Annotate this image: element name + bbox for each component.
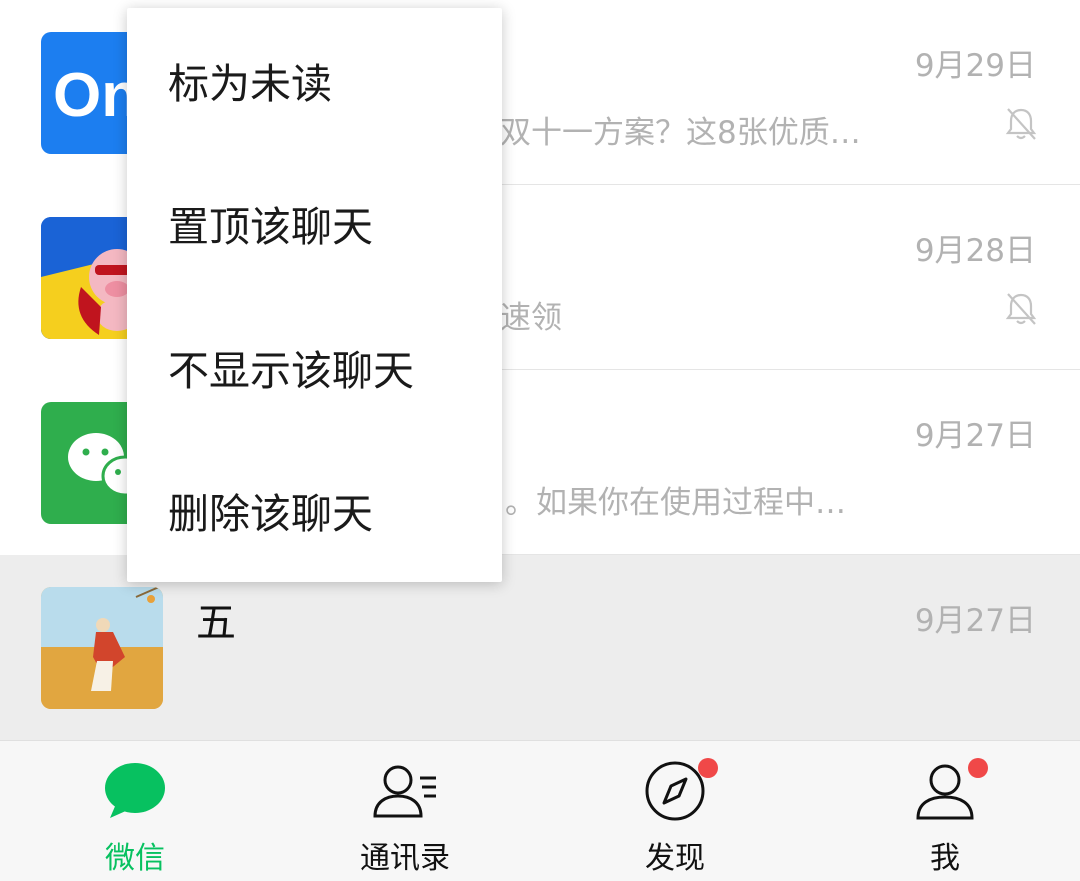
- chat-time: 9月27日: [914, 603, 1036, 639]
- avatar: [41, 587, 163, 709]
- menu-item-delete-chat[interactable]: 删除该聊天: [127, 439, 502, 583]
- tab-bar: 微信 通讯录 发现 我: [0, 740, 1080, 881]
- chat-bubble-icon: [105, 763, 165, 818]
- mute-icon: [1005, 293, 1037, 325]
- context-menu: 标为未读 置顶该聊天 不显示该聊天 删除该聊天: [127, 8, 502, 582]
- tab-discover[interactable]: 发现: [540, 741, 810, 881]
- notification-dot: [698, 758, 718, 778]
- menu-item-hide-chat[interactable]: 不显示该聊天: [127, 295, 502, 439]
- tab-label: 发现: [645, 841, 705, 876]
- tab-label: 微信: [105, 841, 165, 876]
- chat-preview: 。如果你在使用过程中…: [505, 485, 846, 521]
- chat-name: 五: [196, 600, 236, 646]
- chat-preview: 速领: [500, 300, 562, 336]
- tab-chats[interactable]: 微信: [0, 741, 270, 881]
- chat-time: 9月28日: [914, 233, 1036, 269]
- chat-preview: 双十一方案？这8张优质…: [500, 115, 861, 151]
- notification-dot: [968, 758, 988, 778]
- tab-contacts[interactable]: 通讯录: [270, 741, 540, 881]
- contacts-icon: [373, 765, 436, 818]
- tab-me[interactable]: 我: [810, 741, 1080, 881]
- chat-time: 9月29日: [914, 48, 1036, 84]
- tab-label: 我: [930, 841, 960, 876]
- chat-time: 9月27日: [914, 418, 1036, 454]
- tab-label: 通讯录: [360, 841, 450, 876]
- menu-item-mark-unread[interactable]: 标为未读: [127, 8, 502, 152]
- menu-item-pin-chat[interactable]: 置顶该聊天: [127, 152, 502, 296]
- mute-icon: [1005, 108, 1037, 140]
- chat-row[interactable]: 五 9月27日: [0, 555, 1080, 740]
